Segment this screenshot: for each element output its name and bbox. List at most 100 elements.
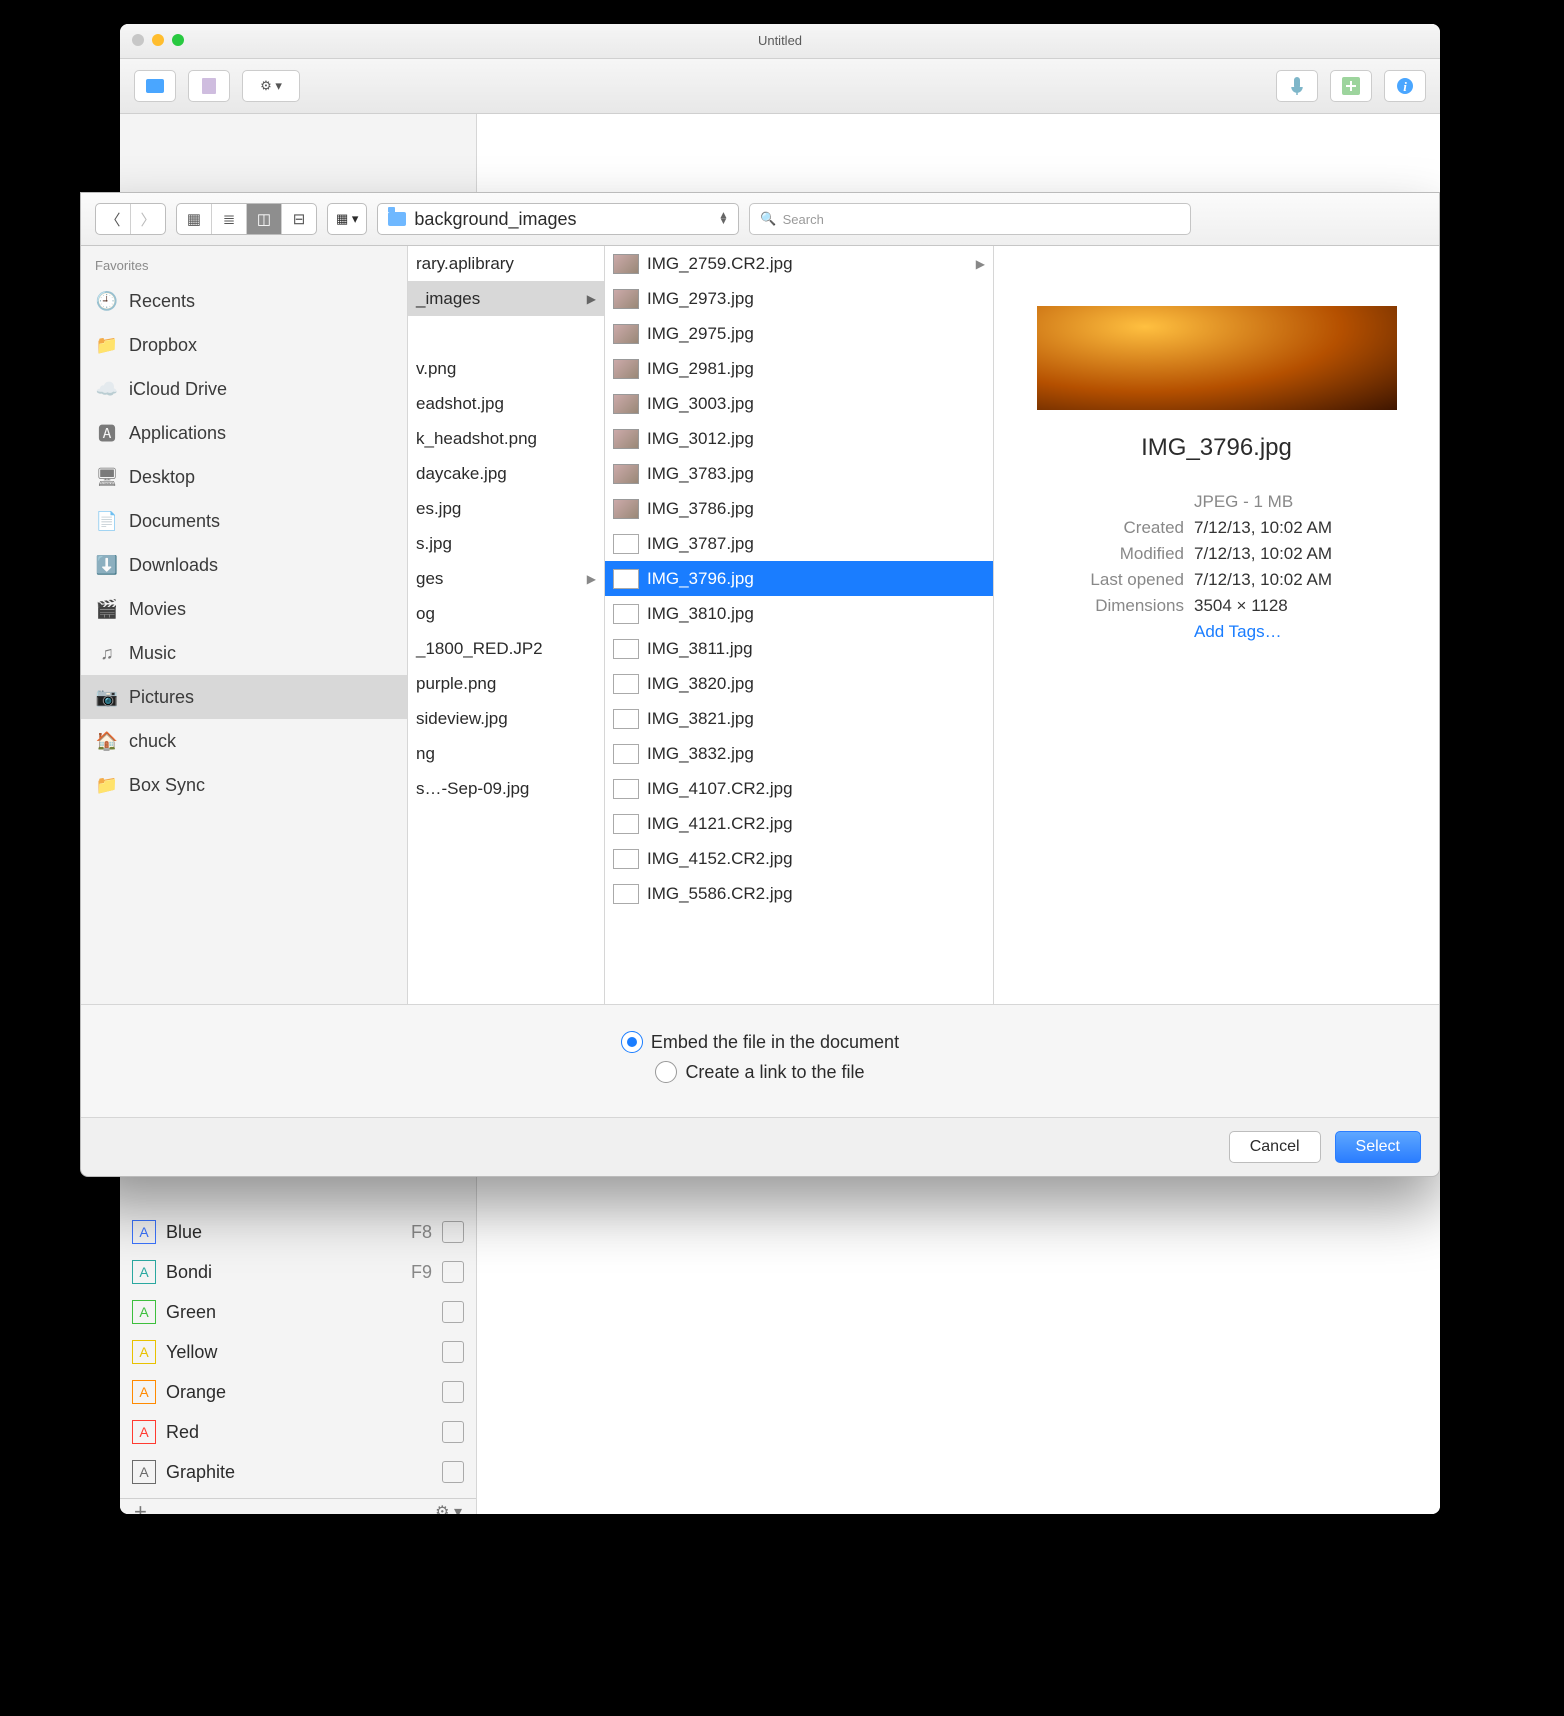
- column-item[interactable]: v.png: [408, 351, 604, 386]
- checkbox[interactable]: [442, 1221, 464, 1243]
- link-radio-row[interactable]: Create a link to the file: [107, 1061, 1413, 1083]
- file-item[interactable]: IMG_3821.jpg: [605, 701, 993, 736]
- file-item[interactable]: IMG_3811.jpg: [605, 631, 993, 666]
- column-item[interactable]: sideview.jpg: [408, 701, 604, 736]
- select-button[interactable]: Select: [1335, 1131, 1421, 1163]
- sidebar-item-box-sync[interactable]: 📁Box Sync: [81, 763, 407, 807]
- file-item[interactable]: IMG_4107.CR2.jpg: [605, 771, 993, 806]
- info-button[interactable]: i: [1384, 70, 1426, 102]
- icon-view-button[interactable]: ▦: [177, 204, 212, 234]
- location-popup[interactable]: background_images ▲▼: [377, 203, 739, 235]
- sidebar-item-recents[interactable]: 🕘Recents: [81, 279, 407, 323]
- back-button[interactable]: 〈: [96, 204, 131, 234]
- column-item[interactable]: s…-Sep-09.jpg: [408, 771, 604, 806]
- sidebar-item-documents[interactable]: 📄Documents: [81, 499, 407, 543]
- column-item[interactable]: og: [408, 596, 604, 631]
- file-thumbnail-icon: [613, 604, 639, 624]
- sidebar-item-icloud-drive[interactable]: ☁️iCloud Drive: [81, 367, 407, 411]
- close-window-button[interactable]: [132, 34, 144, 46]
- file-label: IMG_2973.jpg: [647, 289, 754, 309]
- add-button[interactable]: [1330, 70, 1372, 102]
- color-row-bondi[interactable]: ABondiF9: [120, 1252, 476, 1292]
- checkbox[interactable]: [442, 1341, 464, 1363]
- file-item[interactable]: IMG_4152.CR2.jpg: [605, 841, 993, 876]
- file-item[interactable]: IMG_3832.jpg: [605, 736, 993, 771]
- file-item[interactable]: IMG_3003.jpg: [605, 386, 993, 421]
- column-2[interactable]: IMG_2759.CR2.jpg▶ IMG_2973.jpg IMG_2975.jp…: [605, 246, 994, 1004]
- color-name: Bondi: [166, 1262, 411, 1283]
- action-menu[interactable]: ⚙︎ ▾: [242, 70, 300, 102]
- file-item[interactable]: IMG_2973.jpg: [605, 281, 993, 316]
- column-view-button[interactable]: ◫: [247, 204, 282, 234]
- color-swatch-icon: A: [132, 1260, 156, 1284]
- forward-button[interactable]: 〉: [131, 204, 165, 234]
- checkbox[interactable]: [442, 1381, 464, 1403]
- sidebar-item-downloads[interactable]: ⬇️Downloads: [81, 543, 407, 587]
- file-item[interactable]: IMG_2759.CR2.jpg▶: [605, 246, 993, 281]
- file-item[interactable]: IMG_3787.jpg: [605, 526, 993, 561]
- file-item[interactable]: IMG_5586.CR2.jpg: [605, 876, 993, 911]
- file-label: IMG_4152.CR2.jpg: [647, 849, 793, 869]
- column-item[interactable]: es.jpg: [408, 491, 604, 526]
- file-item[interactable]: IMG_2981.jpg: [605, 351, 993, 386]
- search-field[interactable]: 🔍 Search: [749, 203, 1191, 235]
- add-tags-link[interactable]: Add Tags…: [1194, 622, 1282, 642]
- sidebar-item-music[interactable]: ♫Music: [81, 631, 407, 675]
- file-label: IMG_3832.jpg: [647, 744, 754, 764]
- sidebar-item-pictures[interactable]: 📷Pictures: [81, 675, 407, 719]
- color-row-blue[interactable]: ABlueF8: [120, 1212, 476, 1252]
- column-1[interactable]: rary.aplibrary_images▶ v.pngeadshot.jpgk_…: [408, 246, 605, 1004]
- column-item[interactable]: daycake.jpg: [408, 456, 604, 491]
- file-item[interactable]: IMG_3012.jpg: [605, 421, 993, 456]
- dictation-button[interactable]: [1276, 70, 1318, 102]
- file-item[interactable]: IMG_3820.jpg: [605, 666, 993, 701]
- window-title: Untitled: [758, 33, 802, 48]
- color-row-orange[interactable]: AOrange: [120, 1372, 476, 1412]
- list-view-button[interactable]: ≣: [212, 204, 247, 234]
- file-label: _1800_RED.JP2: [416, 639, 543, 659]
- sidebar-item-desktop[interactable]: 🖥Desktop: [81, 455, 407, 499]
- file-item[interactable]: IMG_3810.jpg: [605, 596, 993, 631]
- color-row-red[interactable]: ARed: [120, 1412, 476, 1452]
- coverflow-view-button[interactable]: ⊟: [282, 204, 316, 234]
- minimize-window-button[interactable]: [152, 34, 164, 46]
- add-color-button[interactable]: +: [134, 1499, 147, 1514]
- file-label: _images: [416, 289, 480, 309]
- sidebar-item-movies[interactable]: 🎬Movies: [81, 587, 407, 631]
- color-row-graphite[interactable]: AGraphite: [120, 1452, 476, 1492]
- column-item[interactable]: k_headshot.png: [408, 421, 604, 456]
- column-item[interactable]: ges▶: [408, 561, 604, 596]
- column-item[interactable]: eadshot.jpg: [408, 386, 604, 421]
- column-item[interactable]: purple.png: [408, 666, 604, 701]
- file-item[interactable]: IMG_2975.jpg: [605, 316, 993, 351]
- checkbox[interactable]: [442, 1421, 464, 1443]
- checkbox[interactable]: [442, 1261, 464, 1283]
- column-item[interactable]: _images▶: [408, 281, 604, 316]
- play-button[interactable]: [134, 70, 176, 102]
- sidebar-item-label: Movies: [129, 599, 186, 620]
- sidebar-item-chuck[interactable]: 🏠chuck: [81, 719, 407, 763]
- document-button[interactable]: [188, 70, 230, 102]
- column-item[interactable]: s.jpg: [408, 526, 604, 561]
- sidebar-item-applications[interactable]: 🅰Applications: [81, 411, 407, 455]
- finder-sidebar: Favorites 🕘Recents📁Dropbox☁️iCloud Drive…: [81, 246, 408, 1004]
- file-item[interactable]: IMG_3786.jpg: [605, 491, 993, 526]
- pictures-icon: 📷: [95, 687, 119, 708]
- group-by-menu[interactable]: ▦ ▾: [327, 203, 367, 235]
- sidebar-item-dropbox[interactable]: 📁Dropbox: [81, 323, 407, 367]
- file-item[interactable]: IMG_3783.jpg: [605, 456, 993, 491]
- file-item[interactable]: IMG_4121.CR2.jpg: [605, 806, 993, 841]
- column-item[interactable]: ng: [408, 736, 604, 771]
- column-item[interactable]: _1800_RED.JP2: [408, 631, 604, 666]
- cancel-button[interactable]: Cancel: [1229, 1131, 1321, 1163]
- checkbox[interactable]: [442, 1461, 464, 1483]
- embed-radio-row[interactable]: Embed the file in the document: [107, 1031, 1413, 1053]
- inspector-menu[interactable]: ⚙︎ ▾: [435, 1502, 462, 1514]
- zoom-window-button[interactable]: [172, 34, 184, 46]
- file-item[interactable]: IMG_3796.jpg: [605, 561, 993, 596]
- column-item[interactable]: rary.aplibrary: [408, 246, 604, 281]
- color-row-yellow[interactable]: AYellow: [120, 1332, 476, 1372]
- checkbox[interactable]: [442, 1301, 464, 1323]
- color-row-green[interactable]: AGreen: [120, 1292, 476, 1332]
- link-label: Create a link to the file: [685, 1062, 864, 1083]
